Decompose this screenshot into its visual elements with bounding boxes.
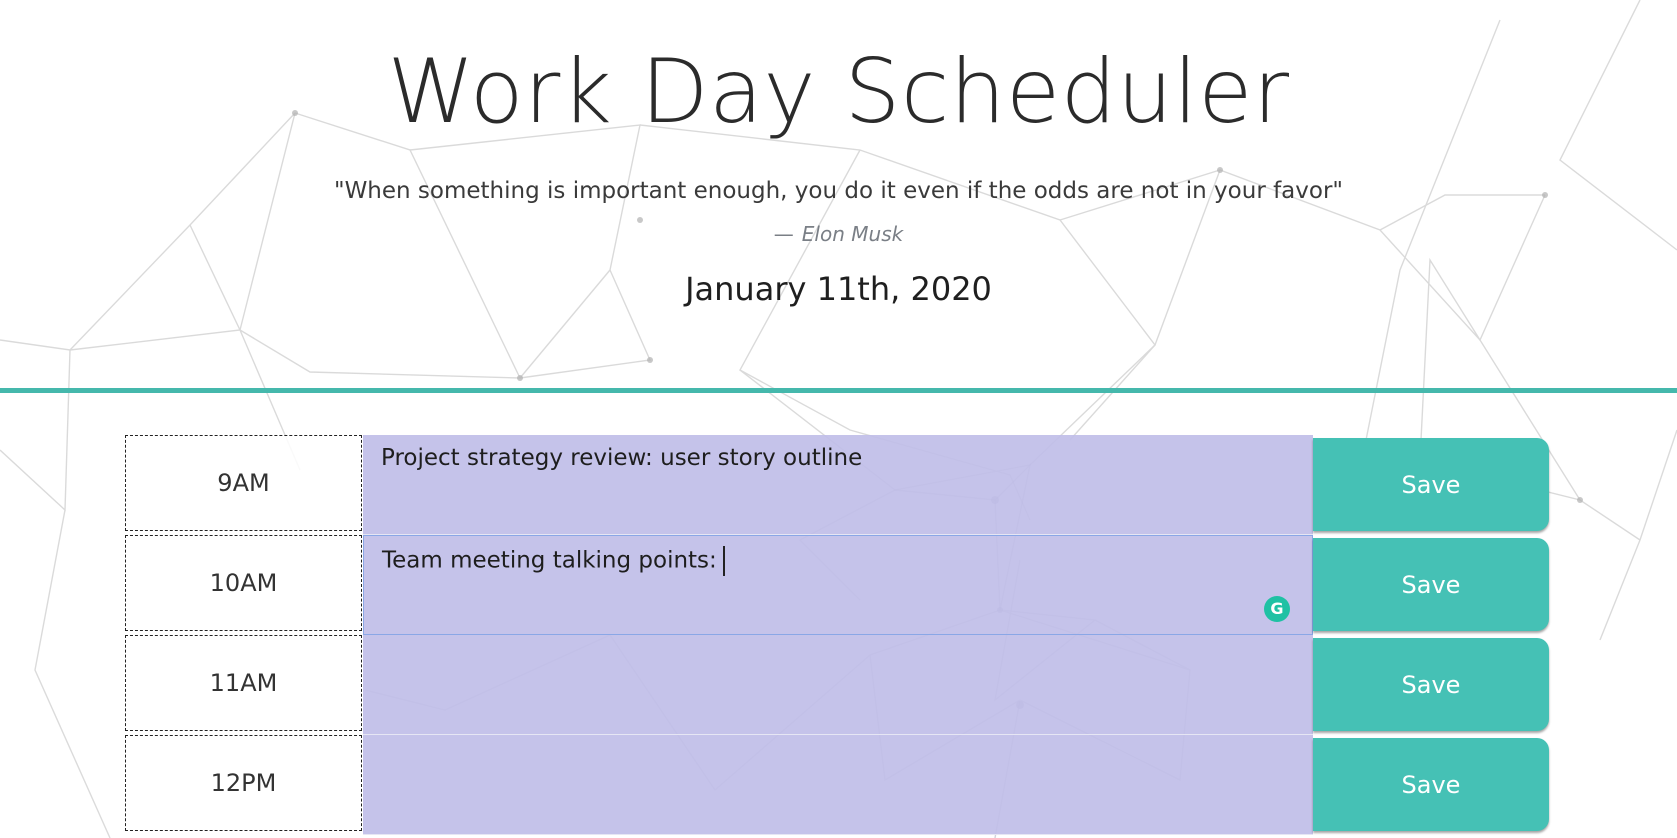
- page-title: Work Day Scheduler: [387, 40, 1290, 143]
- hour-label: 11AM: [125, 635, 362, 731]
- grammarly-icon[interactable]: G: [1264, 596, 1290, 622]
- time-block-row: 12PM Save: [125, 735, 1550, 835]
- task-input[interactable]: Team meeting talking points: G: [363, 535, 1313, 635]
- hour-label: 9AM: [125, 435, 362, 531]
- schedule-list: 9AM Project strategy review: user story …: [125, 435, 1550, 835]
- header-divider: [0, 388, 1677, 393]
- hour-label: 12PM: [125, 735, 362, 831]
- time-block-row: 10AM Team meeting talking points: G Save: [125, 535, 1550, 635]
- task-input[interactable]: [363, 635, 1313, 735]
- task-input[interactable]: Project strategy review: user story outl…: [363, 435, 1313, 535]
- hour-label: 10AM: [125, 535, 362, 631]
- quote-author: — Elon Musk: [0, 222, 1677, 246]
- task-text: Team meeting talking points:: [382, 547, 717, 574]
- quote: "When something is important enough, you…: [333, 178, 1343, 204]
- time-block-row: 9AM Project strategy review: user story …: [125, 435, 1550, 535]
- task-text: Project strategy review: user story outl…: [381, 445, 863, 471]
- scheduler-page: Work Day Scheduler "When something is im…: [0, 0, 1677, 838]
- save-button[interactable]: Save: [1313, 738, 1549, 831]
- author-name: Elon Musk: [801, 222, 904, 246]
- task-input[interactable]: [363, 735, 1313, 835]
- save-button[interactable]: Save: [1313, 638, 1549, 731]
- time-block-row: 11AM Save: [125, 635, 1550, 735]
- author-dash: —: [773, 222, 794, 246]
- header: Work Day Scheduler "When something is im…: [0, 0, 1677, 390]
- current-date: January 11th, 2020: [685, 270, 992, 308]
- text-caret: [722, 546, 725, 576]
- save-button[interactable]: Save: [1313, 438, 1549, 531]
- save-button[interactable]: Save: [1313, 538, 1549, 631]
